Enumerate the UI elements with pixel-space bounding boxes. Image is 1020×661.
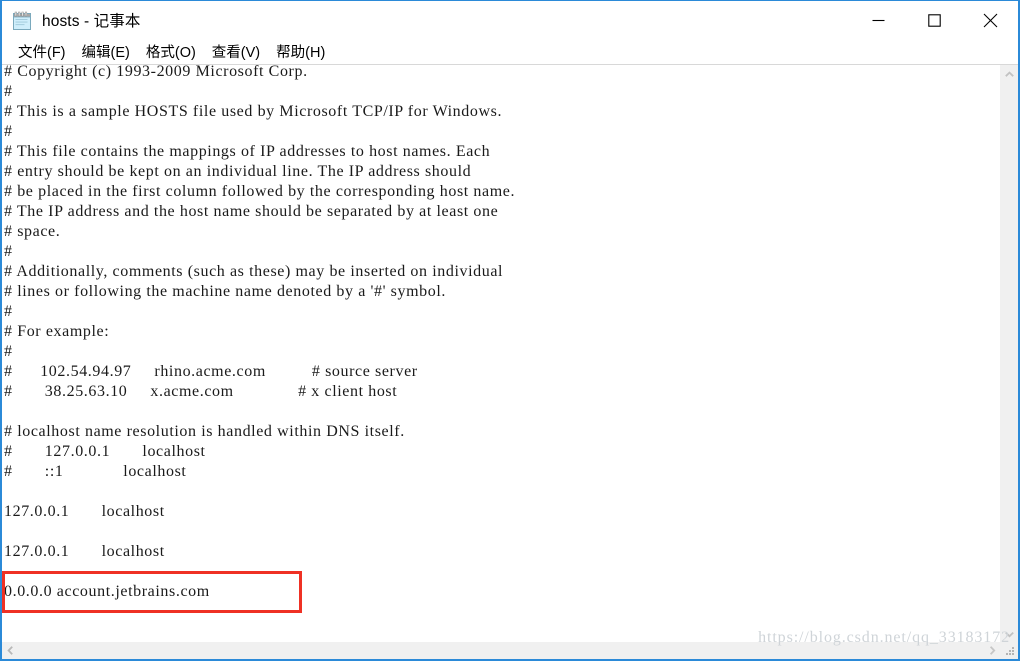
editor-region: # Copyright (c) 1993-2009 Microsoft Corp… [2,64,1018,659]
maximize-button[interactable] [906,1,962,39]
minimize-icon [872,14,885,27]
minimize-button[interactable] [850,1,906,39]
chevron-left-icon [7,642,14,660]
close-button[interactable] [962,1,1018,39]
text-line: # ::1 localhost [4,463,187,480]
text-line [4,482,515,502]
text-line: # 102.54.94.97 rhino.acme.com # source s… [4,363,418,380]
window-controls [850,1,1018,39]
text-editor[interactable]: # Copyright (c) 1993-2009 Microsoft Corp… [2,65,1000,642]
text-line: 127.0.0.1 localhost [4,543,165,560]
scroll-right-button[interactable] [984,642,1001,659]
chevron-down-icon [1005,625,1014,643]
text-line [4,602,515,622]
text-line [4,522,515,542]
text-line [4,562,515,582]
scroll-down-button[interactable] [1001,625,1018,642]
horizontal-scrollbar-row [2,642,1018,659]
text-line: # The IP address and the host name shoul… [4,203,499,220]
scroll-up-button[interactable] [1001,65,1018,82]
text-line: # lines or following the machine name de… [4,283,446,300]
text-line [4,402,515,422]
chevron-up-icon [1005,65,1014,83]
text-line: # [4,243,13,260]
horizontal-scrollbar-track[interactable] [19,642,984,659]
text-line: # For example: [4,323,110,340]
horizontal-scrollbar[interactable] [2,642,1001,659]
title-bar-left: hosts - 记事本 [2,9,140,31]
menu-bar: 文件(F) 编辑(E) 格式(O) 查看(V) 帮助(H) [2,39,1018,64]
vertical-scrollbar[interactable] [1000,65,1018,642]
text-line: # localhost name resolution is handled w… [4,423,405,440]
text-line: 127.0.0.1 localhost [4,503,165,520]
window-title: hosts - 记事本 [42,13,141,30]
text-line: # space. [4,223,61,240]
text-line: # This file contains the mappings of IP … [4,143,491,160]
close-icon [983,13,998,28]
menu-item-file[interactable]: 文件(F) [10,40,74,64]
menu-item-help[interactable]: 帮助(H) [268,40,333,64]
text-line: 0.0.0.0 account.jetbrains.com [4,583,210,600]
editor-row: # Copyright (c) 1993-2009 Microsoft Corp… [2,64,1018,642]
text-line: # This is a sample HOSTS file used by Mi… [4,103,503,120]
text-line: # 127.0.0.1 localhost [4,443,206,460]
text-line: # [4,123,13,140]
text-line: # Copyright (c) 1993-2009 Microsoft Corp… [4,65,308,80]
menu-item-edit[interactable]: 编辑(E) [74,40,138,64]
title-bar[interactable]: hosts - 记事本 [2,0,1018,39]
resize-grip[interactable] [1001,642,1018,659]
menu-item-view[interactable]: 查看(V) [204,40,268,64]
notepad-icon [12,10,33,31]
text-line: # 38.25.63.10 x.acme.com # x client host [4,383,398,400]
scroll-left-button[interactable] [2,642,19,659]
text-line: # be placed in the first column followed… [4,183,516,200]
hosts-file-text: # Copyright (c) 1993-2009 Microsoft Corp… [4,65,515,622]
text-line: # [4,343,13,360]
text-line: # entry should be kept on an individual … [4,163,472,180]
text-line: # Additionally, comments (such as these)… [4,263,504,280]
notepad-window: hosts - 记事本 文件(F) 编辑(E) 格式(O) 查看(V) 帮助(H… [0,0,1020,661]
chevron-right-icon [989,642,996,660]
menu-item-format[interactable]: 格式(O) [138,40,204,64]
maximize-icon [927,13,941,27]
vertical-scrollbar-track[interactable] [1001,82,1018,625]
text-line: # [4,303,13,320]
text-line: # [4,83,13,100]
